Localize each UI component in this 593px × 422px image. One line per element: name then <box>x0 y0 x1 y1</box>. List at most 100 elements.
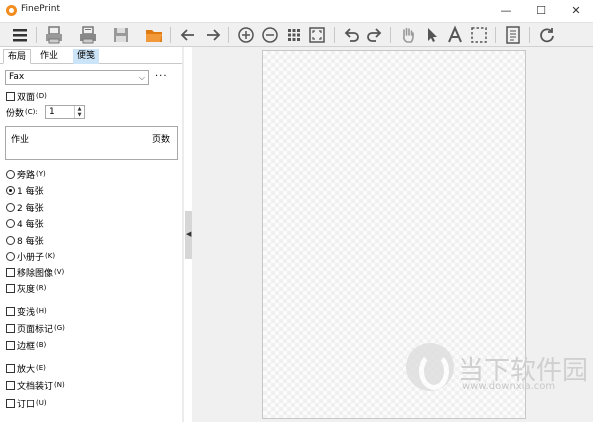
settings-scrollbar[interactable] <box>182 47 184 422</box>
binding-checkbox[interactable] <box>6 380 15 390</box>
radio-label: 1 每张 <box>17 186 44 197</box>
back-arrow-icon[interactable] <box>178 25 198 45</box>
border-option[interactable]: 边框 (B) <box>6 339 47 352</box>
open-folder-icon[interactable] <box>144 25 164 45</box>
save-icon[interactable] <box>111 25 131 45</box>
gutter-checkbox[interactable] <box>6 398 15 408</box>
lighten-option[interactable]: 变浅 (H) <box>6 305 47 318</box>
watermark-logo-icon <box>406 343 454 391</box>
duplex-label: 双面 <box>17 92 36 103</box>
printer-select[interactable]: Fax ⌵ <box>5 70 149 85</box>
minimize-button[interactable]: — <box>489 0 523 22</box>
chevron-down-icon: ⌵ <box>138 73 145 82</box>
copies-row: 份数 (C): <box>6 106 38 119</box>
copies-value: 1 <box>49 107 55 117</box>
stepper-arrows-icon[interactable]: ▲ ▼ <box>74 106 84 118</box>
tab-layout[interactable]: 布局 <box>3 49 32 64</box>
enlarge-option[interactable]: 放大 (E) <box>6 362 46 375</box>
radio-button[interactable] <box>6 218 15 228</box>
radio-booklet[interactable]: 小册子 (K) <box>6 250 56 263</box>
radio-button[interactable] <box>6 235 15 245</box>
checkbox-shortcut: (E) <box>36 364 46 372</box>
more-options-button[interactable]: ··· <box>155 70 168 83</box>
refresh-icon[interactable] <box>537 25 557 45</box>
radio-shortcut: (K) <box>45 252 56 260</box>
radio-2-per-sheet[interactable]: 2 每张 <box>6 201 44 214</box>
fit-page-icon[interactable] <box>307 25 327 45</box>
pane-splitter[interactable]: ◀ <box>185 211 192 259</box>
title-bar: FinePrint — ☐ ✕ <box>0 0 593 22</box>
tab-jobs[interactable]: 作业 <box>36 49 62 64</box>
radio-shortcut: (Y) <box>36 170 46 178</box>
close-button[interactable]: ✕ <box>559 0 593 22</box>
pages-column-header[interactable]: 页数 <box>152 132 170 145</box>
grayscale-option[interactable]: 灰度 (R) <box>6 282 47 295</box>
checkbox-label: 订口 <box>17 399 36 410</box>
maximize-button[interactable]: ☐ <box>524 0 558 22</box>
settings-pane: 布局 作业 便笺 Fax ⌵ ··· 双面 (D) 份数 (C): 1 ▲ ▼ 作… <box>0 47 184 422</box>
checkbox-label: 页面标记 <box>17 324 54 335</box>
gutter-option[interactable]: 订口 (U) <box>6 397 47 410</box>
tab-notes[interactable]: 便笺 <box>73 49 100 64</box>
select-rect-icon[interactable] <box>469 25 489 45</box>
pointer-icon[interactable] <box>422 25 442 45</box>
page-marks-checkbox[interactable] <box>6 323 15 333</box>
jobs-column-header[interactable]: 作业 <box>11 132 29 145</box>
checkbox-shortcut: (V) <box>54 268 65 276</box>
duplex-shortcut: (D) <box>36 92 47 100</box>
grid-icon[interactable] <box>284 25 304 45</box>
radio-label: 8 每张 <box>17 236 44 247</box>
radio-4-per-sheet[interactable]: 4 每张 <box>6 217 44 230</box>
copies-label: 份数 <box>6 108 25 119</box>
toolbar-separator <box>495 27 496 43</box>
undo-icon[interactable] <box>342 25 362 45</box>
radio-label: 2 每张 <box>17 203 44 214</box>
copies-stepper[interactable]: 1 ▲ ▼ <box>45 105 85 119</box>
radio-button[interactable] <box>6 251 15 261</box>
checkbox-shortcut: (G) <box>54 324 65 332</box>
toolbar-separator <box>529 27 530 43</box>
hand-icon[interactable] <box>398 25 418 45</box>
settings-tabs: 布局 作业 便笺 <box>0 49 184 64</box>
checkbox-label: 边框 <box>17 341 36 352</box>
radio-button-selected[interactable] <box>6 185 15 195</box>
enlarge-checkbox[interactable] <box>6 363 15 373</box>
lighten-checkbox[interactable] <box>6 306 15 316</box>
toolbar-separator <box>170 27 171 43</box>
collapse-arrow-icon[interactable]: ◀ <box>186 230 191 238</box>
binding-option[interactable]: 文档装订 (N) <box>6 379 65 392</box>
zoom-in-icon[interactable] <box>236 25 256 45</box>
checkbox-shortcut: (B) <box>36 341 47 349</box>
print-preview-icon[interactable] <box>78 25 98 45</box>
jobs-list[interactable]: 作业 页数 <box>5 126 178 160</box>
copies-shortcut: (C): <box>25 108 38 116</box>
duplex-option[interactable]: 双面 (D) <box>6 90 47 103</box>
page-marks-option[interactable]: 页面标记 (G) <box>6 322 65 335</box>
menu-icon[interactable] <box>10 25 30 45</box>
redo-icon[interactable] <box>364 25 384 45</box>
remove-images-option[interactable]: 移除图像 (V) <box>6 266 65 279</box>
zoom-out-icon[interactable] <box>260 25 280 45</box>
checkbox-shortcut: (R) <box>36 284 47 292</box>
checkbox-label: 文档装订 <box>17 381 54 392</box>
border-checkbox[interactable] <box>6 340 15 350</box>
checkbox-label: 变浅 <box>17 307 36 318</box>
toolbar <box>0 22 593 47</box>
text-icon[interactable] <box>445 25 465 45</box>
fineprint-logo-icon <box>6 5 17 16</box>
page-icon[interactable] <box>503 25 523 45</box>
checkbox-shortcut: (U) <box>36 399 47 407</box>
radio-button[interactable] <box>6 169 15 179</box>
checkbox-label: 灰度 <box>17 284 36 295</box>
grayscale-checkbox[interactable] <box>6 283 15 293</box>
forward-arrow-icon[interactable] <box>203 25 223 45</box>
radio-button[interactable] <box>6 202 15 212</box>
radio-1-per-sheet[interactable]: 1 每张 <box>6 184 44 197</box>
radio-label: 4 每张 <box>17 219 44 230</box>
radio-8-per-sheet[interactable]: 8 每张 <box>6 234 44 247</box>
remove-images-checkbox[interactable] <box>6 267 15 277</box>
toolbar-separator <box>36 27 37 43</box>
duplex-checkbox[interactable] <box>6 91 15 101</box>
print-icon[interactable] <box>44 25 64 45</box>
radio-bypass[interactable]: 旁路 (Y) <box>6 168 46 181</box>
